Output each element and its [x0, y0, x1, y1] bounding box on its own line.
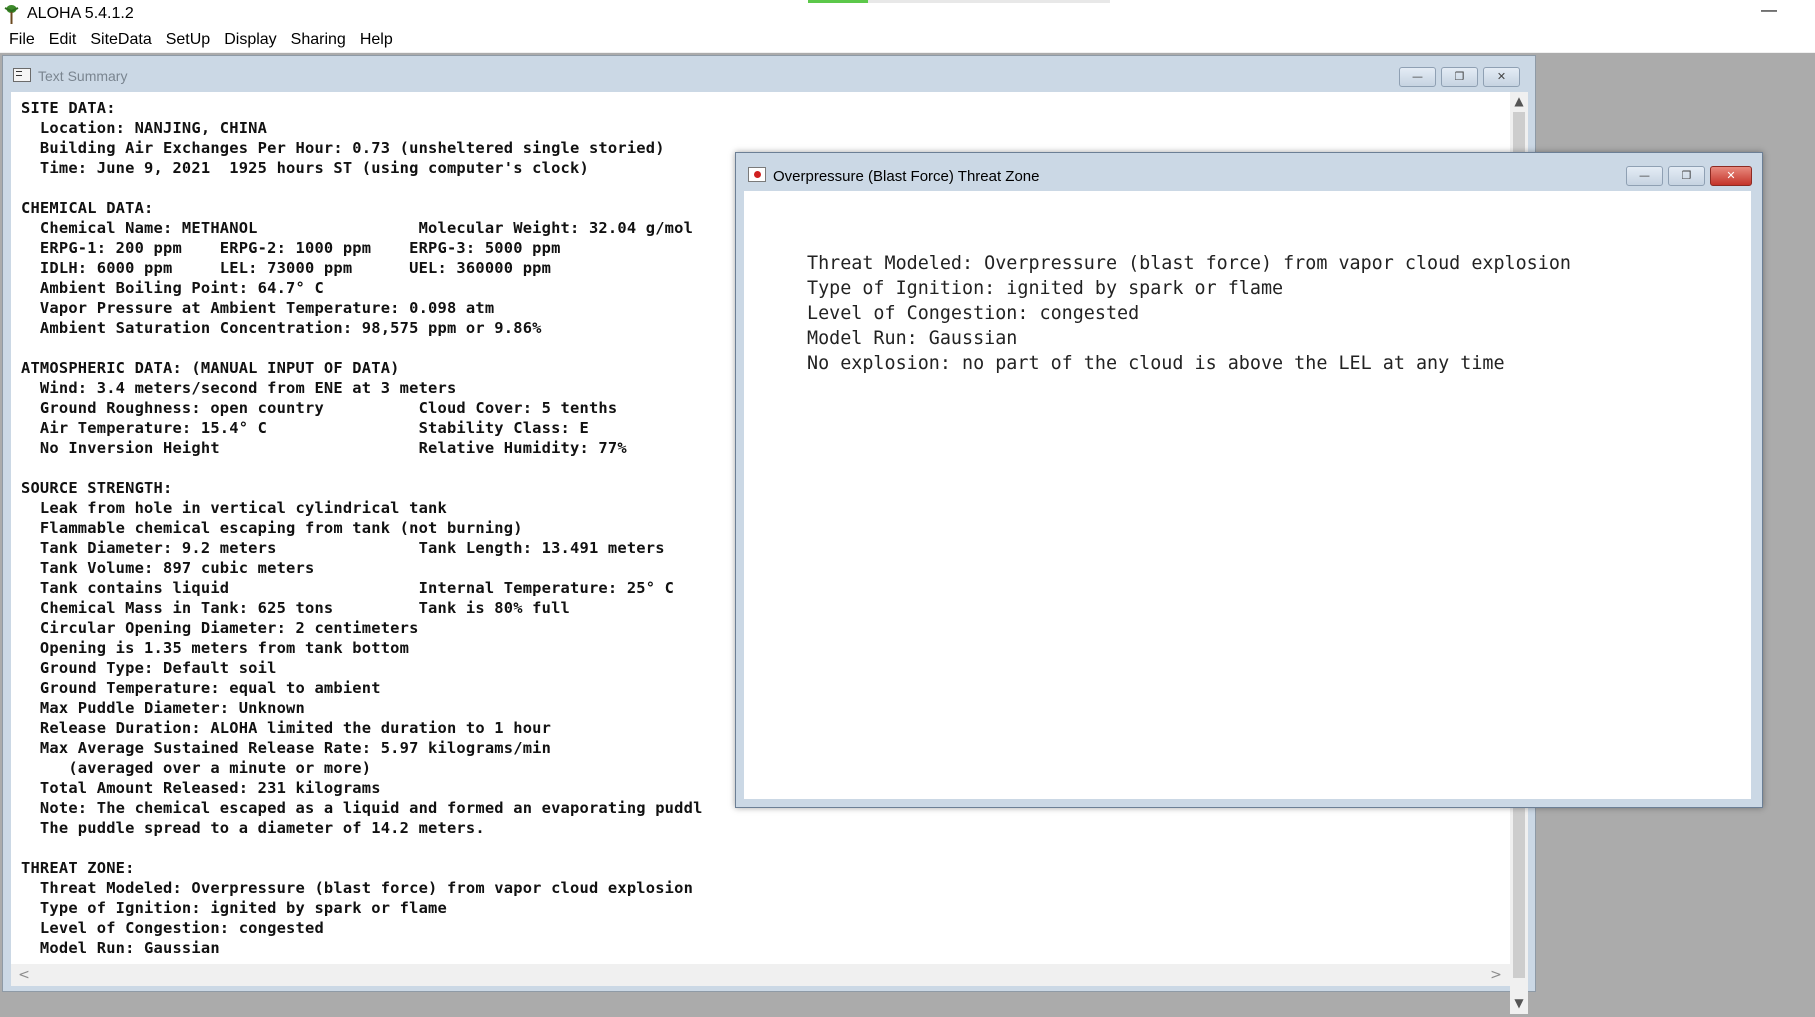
app-minimize-button[interactable]: — [1754, 2, 1784, 24]
summary-text-line: Building Air Exchanges Per Hour: 0.73 (u… [21, 139, 665, 157]
summary-text-line: CHEMICAL DATA: [21, 199, 154, 217]
overpressure-title: Overpressure (Blast Force) Threat Zone [773, 168, 1040, 185]
menu-edit[interactable]: Edit [42, 29, 84, 52]
text-summary-restore-button[interactable]: ❐ [1441, 67, 1478, 87]
summary-text-line: Threat Modeled: Overpressure (blast forc… [21, 879, 694, 897]
summary-text-line: Model Run: Gaussian [21, 939, 220, 957]
overpressure-close-button[interactable]: ✕ [1710, 166, 1752, 186]
overpressure-window: Overpressure (Blast Force) Threat Zone —… [735, 152, 1763, 808]
summary-text-line: The puddle spread to a diameter of 14.2 … [21, 819, 485, 837]
menu-help[interactable]: Help [353, 29, 400, 52]
threat-zone-text-line: Type of Ignition: ignited by spark or fl… [807, 278, 1284, 299]
overpressure-content[interactable]: Threat Modeled: Overpressure (blast forc… [744, 191, 1751, 799]
summary-text-line [21, 458, 703, 478]
summary-text-line [21, 178, 703, 198]
menu-setup[interactable]: SetUp [159, 29, 217, 52]
summary-text-line: Ground Type: Default soil [21, 659, 277, 677]
threat-zone-text-line: No explosion: no part of the cloud is ab… [807, 353, 1505, 374]
overpressure-minimize-button[interactable]: — [1626, 166, 1663, 186]
threat-zone-text-line: Model Run: Gaussian [807, 328, 1018, 349]
menu-sitedata[interactable]: SiteData [83, 29, 158, 52]
overpressure-restore-button[interactable]: ❐ [1668, 166, 1705, 186]
summary-text-line: Tank Diameter: 9.2 meters Tank Length: 1… [21, 539, 665, 557]
summary-text-line: Release Duration: ALOHA limited the dura… [21, 719, 552, 737]
summary-text-line: Flammable chemical escaping from tank (n… [21, 519, 523, 537]
summary-text-line [21, 338, 703, 358]
scroll-up-arrow-icon[interactable]: ▲ [1510, 92, 1528, 110]
summary-text-line: ATMOSPHERIC DATA: (MANUAL INPUT OF DATA) [21, 359, 400, 377]
summary-text-line: Location: NANJING, CHINA [21, 119, 268, 137]
summary-text-line: Max Puddle Diameter: Unknown [21, 699, 305, 717]
summary-text-line: Type of Ignition: ignited by spark or fl… [21, 899, 447, 917]
overpressure-titlebar[interactable]: Overpressure (Blast Force) Threat Zone —… [736, 153, 1762, 191]
menu-bar: File Edit SiteData SetUp Display Sharing… [0, 29, 1815, 53]
scroll-right-arrow-icon[interactable]: > [1487, 966, 1505, 984]
summary-text-line: (averaged over a minute or more) [21, 759, 372, 777]
threat-zone-text-line: Level of Congestion: congested [807, 303, 1140, 324]
summary-text-line: IDLH: 6000 ppm LEL: 73000 ppm UEL: 36000… [21, 259, 552, 277]
text-summary-title: Text Summary [38, 68, 128, 84]
menu-file[interactable]: File [2, 29, 42, 52]
summary-text-line: No Inversion Height Relative Humidity: 7… [21, 439, 627, 457]
menu-sharing[interactable]: Sharing [284, 29, 353, 52]
title-progress-bar [808, 0, 1110, 3]
summary-text-line: Circular Opening Diameter: 2 centimeters [21, 619, 419, 637]
summary-text-line: Max Average Sustained Release Rate: 5.97… [21, 739, 552, 757]
summary-text-line: Time: June 9, 2021 1925 hours ST (using … [21, 159, 589, 177]
aloha-app-icon [4, 5, 19, 24]
summary-text-line: THREAT ZONE: [21, 859, 135, 877]
summary-text-line: SITE DATA: [21, 99, 116, 117]
text-summary-window-icon [13, 68, 31, 82]
summary-text-line: Total Amount Released: 231 kilograms [21, 779, 381, 797]
text-summary-close-button[interactable]: ✕ [1483, 67, 1520, 87]
summary-text-line: Wind: 3.4 meters/second from ENE at 3 me… [21, 379, 457, 397]
summary-text-line: SOURCE STRENGTH: [21, 479, 173, 497]
summary-text-line: ERPG-1: 200 ppm ERPG-2: 1000 ppm ERPG-3:… [21, 239, 561, 257]
scroll-left-arrow-icon[interactable]: < [15, 966, 33, 984]
summary-text-line: Vapor Pressure at Ambient Temperature: 0… [21, 299, 495, 317]
menu-display[interactable]: Display [217, 29, 283, 52]
text-summary-horizontal-scrollbar[interactable]: < > [11, 964, 1510, 986]
title-progress-fill [808, 0, 868, 3]
summary-text-line: Level of Congestion: congested [21, 919, 324, 937]
app-titlebar: ALOHA 5.4.1.2 — [0, 0, 1815, 29]
summary-text-line: Chemical Mass in Tank: 625 tons Tank is … [21, 599, 571, 617]
summary-text-line: Ground Roughness: open country Cloud Cov… [21, 399, 618, 417]
summary-text-line: Tank contains liquid Internal Temperatur… [21, 579, 675, 597]
threat-zone-text-line: Threat Modeled: Overpressure (blast forc… [807, 253, 1571, 274]
summary-text-line: Chemical Name: METHANOL Molecular Weight… [21, 219, 694, 237]
text-summary-lines: SITE DATA: Location: NANJING, CHINA Buil… [21, 98, 703, 958]
summary-text-line: Opening is 1.35 meters from tank bottom [21, 639, 410, 657]
summary-text-line: Ambient Saturation Concentration: 98,575… [21, 319, 542, 337]
scroll-down-arrow-icon[interactable]: ▼ [1510, 994, 1528, 1012]
app-title: ALOHA 5.4.1.2 [27, 5, 134, 22]
threat-zone-window-icon [748, 167, 766, 182]
text-summary-minimize-button[interactable]: — [1399, 67, 1436, 87]
overpressure-lines: Threat Modeled: Overpressure (blast forc… [807, 251, 1571, 376]
summary-text-line: Ambient Boiling Point: 64.7° C [21, 279, 324, 297]
text-summary-titlebar[interactable]: Text Summary — ❐ ✕ [3, 56, 1535, 92]
summary-text-line: Air Temperature: 15.4° C Stability Class… [21, 419, 589, 437]
summary-text-line: Leak from hole in vertical cylindrical t… [21, 499, 447, 517]
summary-text-line: Tank Volume: 897 cubic meters [21, 559, 315, 577]
summary-text-line [21, 838, 703, 858]
summary-text-line: Ground Temperature: equal to ambient [21, 679, 381, 697]
summary-text-line: Note: The chemical escaped as a liquid a… [21, 799, 703, 817]
